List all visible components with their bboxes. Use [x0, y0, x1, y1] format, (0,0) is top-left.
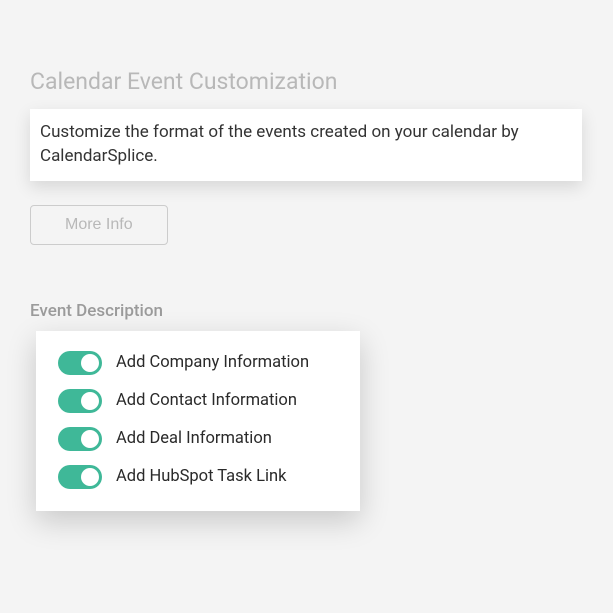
toggle-label: Add Deal Information	[116, 429, 272, 448]
page-title: Calendar Event Customization	[30, 68, 583, 95]
toggles-card: Add Company Information Add Contact Info…	[36, 331, 360, 511]
more-info-button[interactable]: More Info	[30, 205, 168, 245]
toggle-label: Add HubSpot Task Link	[116, 467, 287, 486]
toggle-knob	[81, 392, 99, 410]
toggle-deal-info[interactable]	[58, 427, 102, 451]
toggle-row-company: Add Company Information	[58, 351, 338, 375]
toggle-knob	[81, 354, 99, 372]
toggle-knob	[81, 430, 99, 448]
toggle-hubspot-task-link[interactable]	[58, 465, 102, 489]
toggle-label: Add Contact Information	[116, 391, 297, 410]
section-label: Event Description	[30, 301, 583, 321]
toggle-row-contact: Add Contact Information	[58, 389, 338, 413]
toggle-company-info[interactable]	[58, 351, 102, 375]
toggle-label: Add Company Information	[116, 353, 309, 372]
toggle-row-deal: Add Deal Information	[58, 427, 338, 451]
description-card: Customize the format of the events creat…	[30, 109, 582, 181]
toggle-knob	[81, 468, 99, 486]
toggle-row-hubspot: Add HubSpot Task Link	[58, 465, 338, 489]
toggle-contact-info[interactable]	[58, 389, 102, 413]
toggles-wrap: Add Company Information Add Contact Info…	[30, 331, 583, 511]
description-text: Customize the format of the events creat…	[40, 121, 572, 169]
